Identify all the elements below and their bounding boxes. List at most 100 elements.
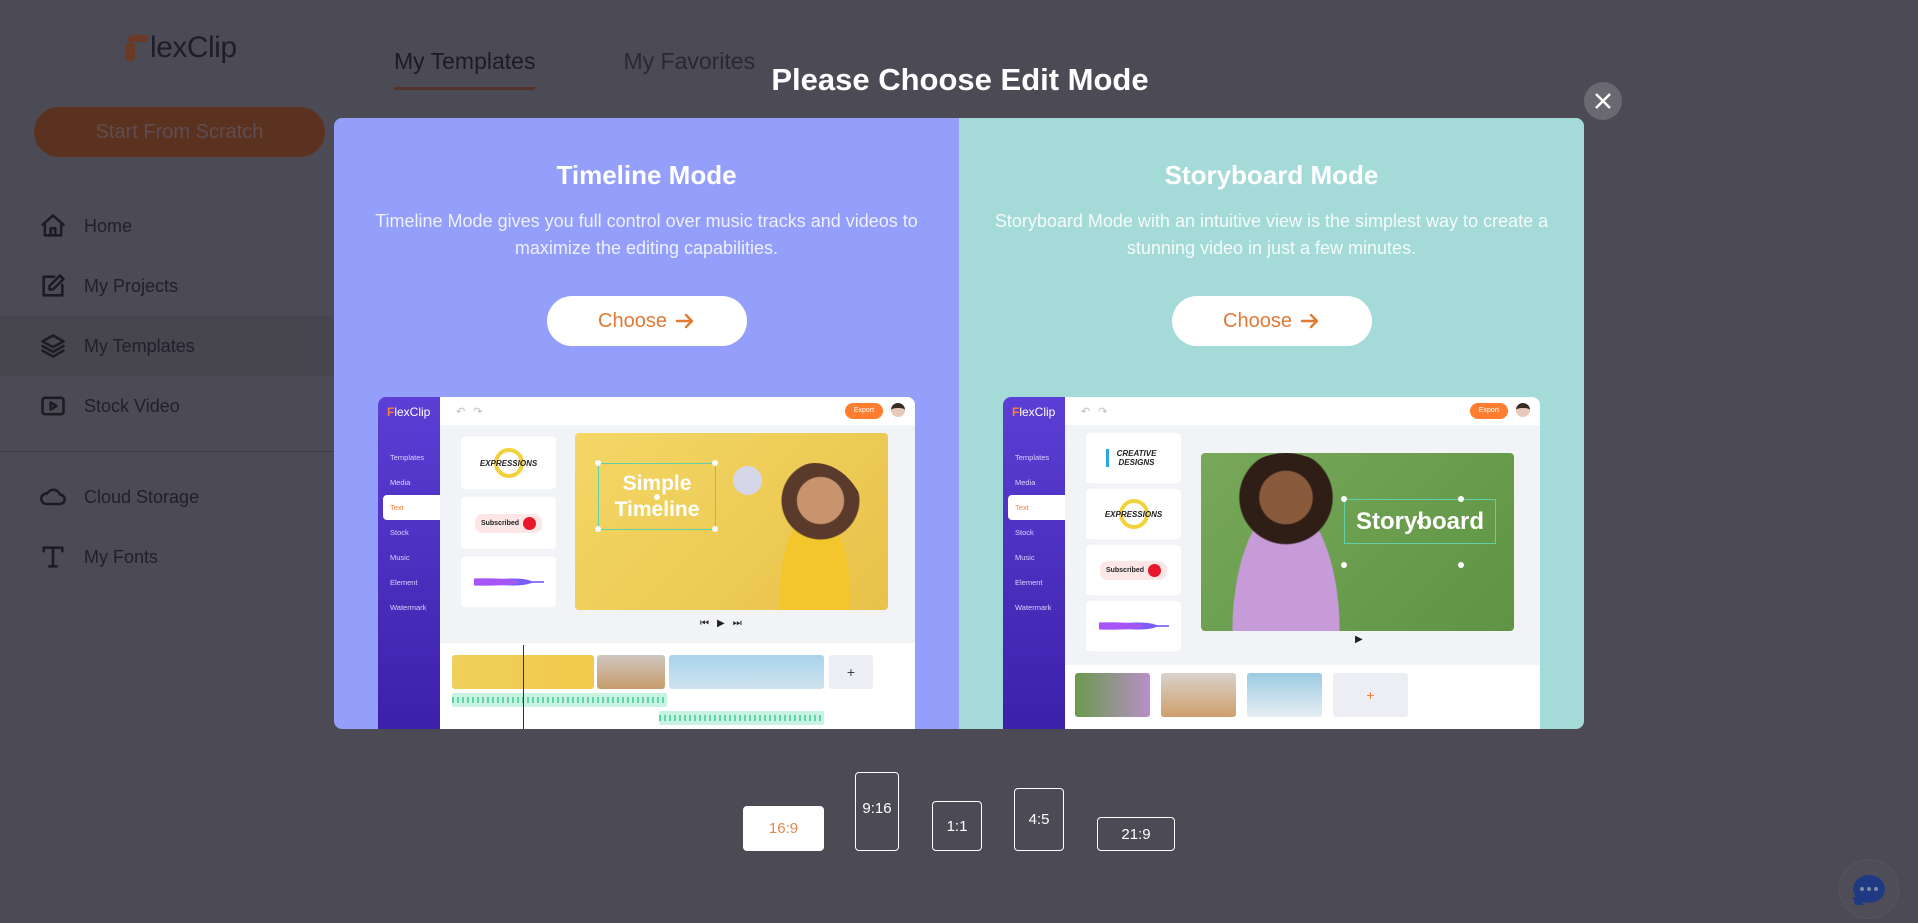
preview-card-subscribed: Subscribed xyxy=(1086,545,1181,595)
add-scene-button: + xyxy=(1333,673,1408,717)
preview-menu-item: Media xyxy=(1015,478,1036,487)
sidebar-item-stock-video[interactable]: Stock Video xyxy=(0,376,334,436)
sidebar-item-label: Stock Video xyxy=(84,395,180,416)
arrow-right-icon xyxy=(1300,313,1319,329)
preview-menu-item: Templates xyxy=(390,453,425,462)
storyboard-scene xyxy=(1075,673,1150,717)
sidebar-item-label: My Templates xyxy=(84,335,195,356)
modal-title: Please Choose Edit Mode xyxy=(0,62,1918,98)
storyboard-scene xyxy=(1247,673,1322,717)
canvas-text-line: Timeline xyxy=(614,497,700,521)
close-icon xyxy=(1595,93,1611,109)
ratio-9-16[interactable]: 9:16 xyxy=(855,772,899,851)
timeline-clip xyxy=(597,655,665,689)
preview-menu-item: Music xyxy=(390,553,410,562)
preview-menu-item: Media xyxy=(390,478,411,487)
play-icon: ▶ xyxy=(1355,634,1371,645)
preview-export-button: Export xyxy=(845,403,883,419)
preview-menu-item: Templates xyxy=(1015,453,1050,462)
audio-wave-icon xyxy=(473,575,544,589)
storyboard-preview-image: FlexClip Templates Media Text Stock Musi… xyxy=(1003,397,1540,729)
preview-canvas: Storyboard xyxy=(1201,453,1514,631)
card-text: EXPRESSIONS xyxy=(479,458,538,468)
storyboard-mode-title: Storyboard Mode xyxy=(1164,160,1379,190)
card-text: Subscribed xyxy=(480,519,520,527)
preview-menu-item-selected: Text xyxy=(383,495,440,520)
card-text: CREATIVE DESIGNS xyxy=(1105,449,1162,467)
font-icon xyxy=(38,542,68,572)
preview-menu-item: Element xyxy=(1015,578,1043,587)
preview-menu-item: Stock xyxy=(1015,528,1034,537)
preview-sidebar: FlexClip Templates Media Text Stock Musi… xyxy=(1003,397,1065,729)
undo-redo-icon: ↶↷ xyxy=(1081,406,1116,418)
preview-topbar: ↶↷ Export xyxy=(440,397,915,425)
preview-card-subscribed: Subscribed xyxy=(461,497,556,549)
sidebar-item-my-fonts[interactable]: My Fonts xyxy=(0,527,334,587)
sidebar-item-label: Home xyxy=(84,215,133,236)
storyboard-mode-panel[interactable]: Storyboard Mode Storyboard Mode with an … xyxy=(959,118,1584,729)
layers-icon xyxy=(38,331,68,361)
sidebar-item-my-templates[interactable]: My Templates xyxy=(0,316,334,376)
preview-logo: FlexClip xyxy=(1012,405,1056,419)
playhead xyxy=(523,645,524,729)
ratio-1-1[interactable]: 1:1 xyxy=(932,801,982,851)
sidebar-item-label: My Fonts xyxy=(84,546,159,567)
preview-card-audio xyxy=(1086,601,1181,651)
add-clip-button: + xyxy=(829,655,873,689)
card-text: Subscribed xyxy=(1105,566,1145,574)
ratio-4-5[interactable]: 4:5 xyxy=(1014,788,1064,851)
woman-photo xyxy=(760,463,870,610)
preview-timeline: + xyxy=(440,643,915,729)
home-icon xyxy=(38,211,68,241)
canvas-text-box: Simple Timeline xyxy=(595,460,716,530)
preview-storyboard: + xyxy=(1065,665,1540,729)
woman-photo xyxy=(1211,453,1361,631)
preview-avatar xyxy=(891,403,905,417)
arrow-right-icon xyxy=(675,313,694,329)
bell-icon xyxy=(523,516,537,530)
choose-storyboard-button[interactable]: Choose xyxy=(1171,296,1372,346)
canvas-text: Storyboard xyxy=(1355,507,1484,535)
timeline-preview-image: FlexClip Templates Media Text Stock Musi… xyxy=(378,397,915,729)
timeline-mode-panel[interactable]: Timeline Mode Timeline Mode gives you fu… xyxy=(334,118,959,729)
preview-card-expressions: EXPRESSIONS xyxy=(1086,489,1181,539)
sidebar-item-label: My Projects xyxy=(84,275,179,296)
preview-sidebar: FlexClip Templates Media Text Stock Musi… xyxy=(378,397,440,729)
audio-track xyxy=(659,711,824,725)
preview-card-expressions: EXPRESSIONS xyxy=(461,437,556,489)
sidebar-item-home[interactable]: Home xyxy=(0,196,334,256)
close-button[interactable] xyxy=(1584,82,1622,120)
preview-card-creative-designs: CREATIVE DESIGNS xyxy=(1086,433,1181,483)
sidebar: lexClip Start From Scratch Home My Proje… xyxy=(0,0,334,923)
chat-bubble-icon xyxy=(1853,875,1885,903)
logo-text: lexClip xyxy=(150,31,237,64)
ratio-16-9[interactable]: 16:9 xyxy=(743,806,824,851)
timeline-clip xyxy=(669,655,824,689)
preview-menu-item-selected: Text xyxy=(1008,495,1065,520)
preview-menu: Templates Media Text Stock Music Element… xyxy=(1003,445,1065,620)
preview-canvas: Simple Timeline xyxy=(575,433,888,610)
preview-menu-item: Element xyxy=(390,578,418,587)
choose-timeline-button[interactable]: Choose xyxy=(546,296,747,346)
card-text: EXPRESSIONS xyxy=(1104,509,1163,519)
preview-menu: Templates Media Text Stock Music Element… xyxy=(378,445,440,620)
preview-menu-item: Watermark xyxy=(1015,603,1052,612)
start-from-scratch-button[interactable]: Start From Scratch xyxy=(34,107,325,157)
canvas-text-box: Storyboard xyxy=(1341,496,1496,544)
preview-menu-item: Watermark xyxy=(390,603,427,612)
choose-label: Choose xyxy=(1223,309,1292,332)
preview-menu-item: Music xyxy=(1015,553,1035,562)
preview-logo: FlexClip xyxy=(387,405,431,419)
megaphone-image xyxy=(725,458,770,503)
sidebar-item-my-projects[interactable]: My Projects xyxy=(0,256,334,316)
audio-wave-icon xyxy=(1098,619,1169,633)
preview-avatar xyxy=(1516,403,1530,417)
chat-support-button[interactable] xyxy=(1840,860,1898,918)
logo-mark-icon xyxy=(126,33,148,63)
bell-icon xyxy=(1148,563,1162,577)
audio-track xyxy=(452,693,667,707)
video-play-icon xyxy=(38,391,68,421)
sidebar-item-cloud-storage[interactable]: Cloud Storage xyxy=(0,467,334,527)
timeline-mode-description: Timeline Mode gives you full control ove… xyxy=(375,211,918,258)
ratio-21-9[interactable]: 21:9 xyxy=(1097,817,1175,851)
